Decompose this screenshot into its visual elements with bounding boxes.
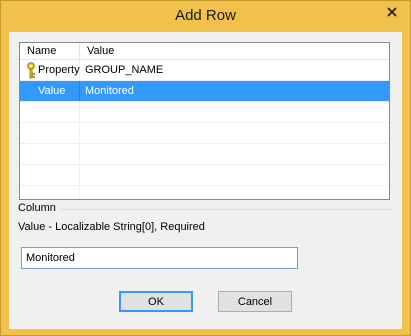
column-group-title: Column (18, 202, 60, 214)
grid-cell-name (20, 165, 80, 185)
title-bar[interactable]: Add Row (1, 1, 410, 32)
grid-cell-name: Value (20, 81, 80, 101)
column-header-name[interactable]: Name (20, 43, 80, 59)
grid-row-empty[interactable] (20, 186, 389, 199)
grid-cell-name: Property (20, 60, 80, 80)
grid-cell-name (20, 102, 80, 122)
grid-cell-name (20, 123, 80, 143)
column-header-value[interactable]: Value (80, 43, 389, 59)
grid-row-empty[interactable] (20, 165, 389, 186)
grid-cell-name (20, 144, 80, 164)
grid-cell-value (80, 165, 389, 185)
grid-cell-value: GROUP_NAME (85, 64, 164, 76)
grid-header: Name Value (20, 43, 389, 60)
dialog-body: Name Value Property GROUP_NAME Value Mon… (9, 32, 402, 329)
grid-cell-value: Monitored (85, 85, 134, 97)
column-description: Value - Localizable String[0], Required (18, 221, 205, 233)
grid-row-property[interactable]: Property GROUP_NAME (20, 60, 389, 81)
column-value-input[interactable] (21, 247, 298, 269)
grid-cell-name (20, 186, 80, 199)
grid-row-empty[interactable] (20, 123, 389, 144)
window-title: Add Row (175, 7, 236, 24)
grid-row-empty[interactable] (20, 144, 389, 165)
grid-cell-value (80, 102, 389, 122)
close-button[interactable] (380, 2, 403, 22)
grid-cell-value (80, 186, 389, 199)
grid-cell-value (80, 123, 389, 143)
properties-grid[interactable]: Name Value Property GROUP_NAME Value Mon… (19, 42, 390, 200)
close-icon (386, 7, 397, 17)
ok-button[interactable]: OK (119, 291, 193, 312)
grid-row-empty[interactable] (20, 102, 389, 123)
add-row-dialog: Add Row Name Value Property GROUP_NAME V… (0, 0, 411, 336)
grid-cell-value (80, 144, 389, 164)
grid-row-value-selected[interactable]: Value Monitored (20, 81, 389, 102)
cancel-button[interactable]: Cancel (218, 291, 292, 312)
